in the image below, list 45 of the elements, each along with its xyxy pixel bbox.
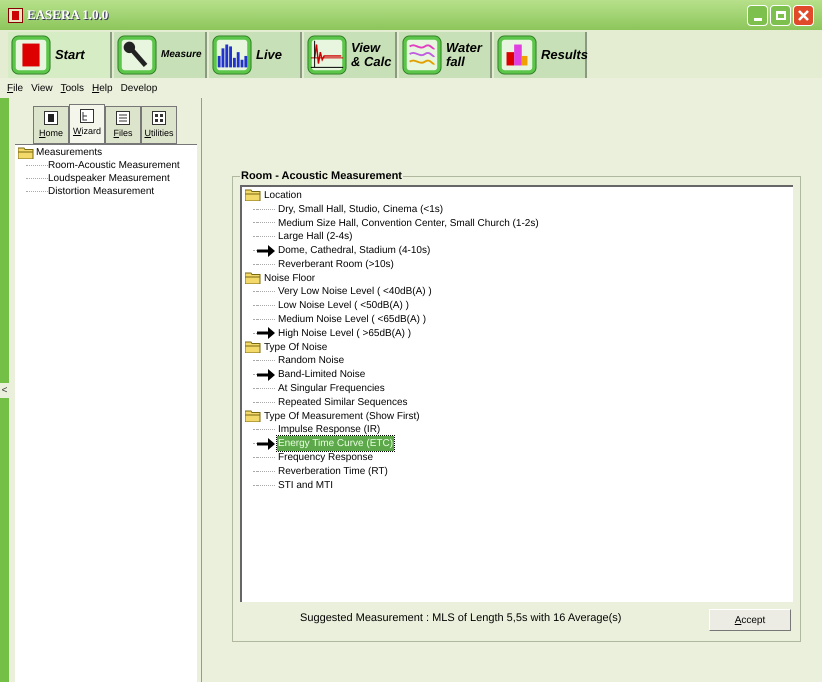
sidebar-tab[interactable]: Wizard (69, 104, 105, 144)
tree-item[interactable]: Low Noise Level ( <50dB(A) ) (277, 298, 410, 314)
tree-item[interactable]: Random Noise (277, 353, 346, 368)
toolbar-button[interactable]: Water fall (399, 32, 492, 78)
tree-item[interactable]: Dome, Cathedral, Stadium (4-10s) (277, 243, 432, 258)
tree-item[interactable]: Impulse Response (IR) (277, 422, 382, 438)
tree-item[interactable]: At Singular Frequencies (277, 381, 386, 396)
tree-item[interactable]: Noise Floor (264, 270, 316, 286)
accept-button[interactable]: Accept (709, 609, 791, 631)
tree-item[interactable]: Distortion Measurement (48, 184, 154, 199)
sidebar-tab[interactable]: Home (33, 106, 69, 144)
tree-item[interactable]: Type Of Measurement (Show First) (264, 408, 420, 424)
menu-item[interactable]: View (31, 80, 53, 96)
tree-item[interactable]: Band-Limited Noise (277, 367, 366, 382)
tree-item[interactable]: Reverberation Time (RT) (277, 464, 389, 479)
toolbar-button[interactable]: View & Calc (304, 32, 397, 78)
tree-item[interactable]: Medium Size Hall, Convention Center, Small Church (1-2s) (277, 216, 540, 230)
toolbar-button[interactable]: Results (494, 32, 587, 78)
tree-item[interactable]: Loudspeaker Measurement (48, 171, 170, 186)
tree-item[interactable]: Large Hall (2-4s) (277, 229, 354, 244)
tree-item[interactable]: Medium Noise Level ( <65dB(A) ) (277, 312, 428, 328)
tree-item[interactable]: Room-Acoustic Measurement (48, 158, 180, 173)
tree-item[interactable]: STI and MTI (277, 478, 334, 493)
tree-item[interactable]: Reverberant Room (>10s) (277, 256, 395, 272)
tree-item[interactable]: Measurements (36, 145, 102, 160)
tree-item[interactable]: Dry, Small Hall, Studio, Cinema (<1s) (277, 202, 444, 217)
sidebar-tab[interactable]: Files (105, 106, 141, 144)
menu-item[interactable]: Help (92, 80, 113, 96)
sidebar-tab[interactable]: Utilities (141, 106, 177, 144)
toolbar-button[interactable]: Live (209, 32, 302, 78)
window-title: EASERA 1.0.0 (27, 6, 108, 24)
tree-item[interactable]: Repeated Similar Sequences (277, 394, 409, 410)
tree-item[interactable]: High Noise Level ( >65dB(A) ) (277, 326, 412, 341)
tree-item[interactable]: Frequency Response (277, 450, 374, 466)
collapse-toggle[interactable]: < (0, 382, 9, 398)
suggestion-text: Suggested Measurement : MLS of Length 5,5s with 16 Average(s) (300, 610, 622, 626)
tree-item[interactable]: Very Low Noise Level ( <40dB(A) ) (277, 284, 433, 300)
tree-item[interactable]: Type Of Noise (264, 340, 328, 355)
toolbar-button[interactable]: Start (8, 32, 112, 78)
toolbar-button[interactable]: Measure (114, 32, 207, 78)
menu-item[interactable]: File (7, 80, 24, 96)
groupbox-title: Room - Acoustic Measurement (240, 169, 403, 184)
tree-item[interactable]: Location (264, 188, 302, 203)
menu-item[interactable]: Develop (120, 80, 158, 96)
menu-item[interactable]: Tools (60, 80, 84, 96)
